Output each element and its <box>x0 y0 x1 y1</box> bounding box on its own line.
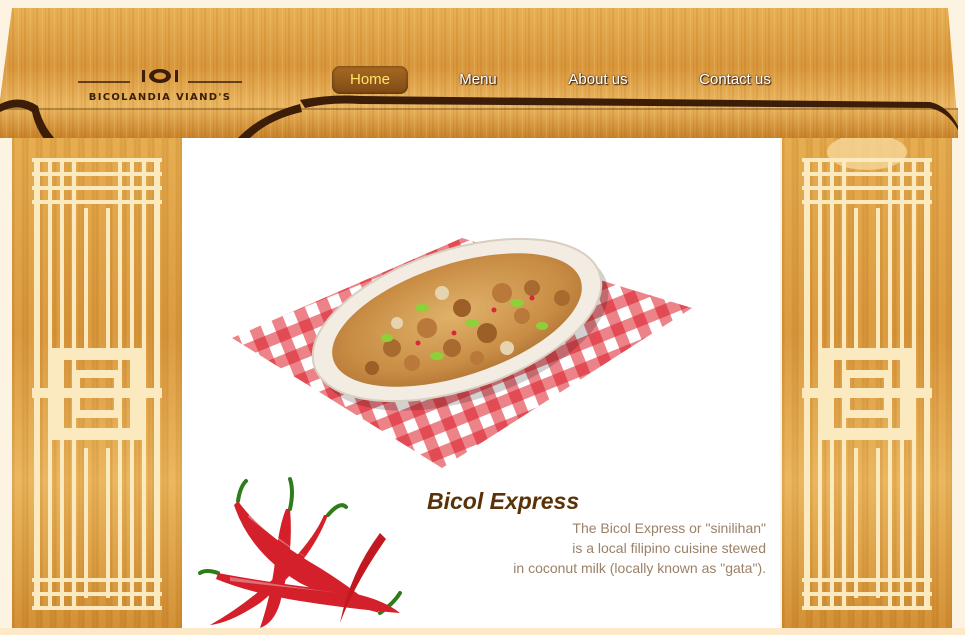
plate-fork-knife-icon <box>78 69 242 83</box>
site-logo[interactable]: BICOLANDIA VIAND'S <box>64 68 256 108</box>
site-header: BICOLANDIA VIAND'S Home Menu About us Co… <box>0 8 958 138</box>
article-line: The Bicol Express or "sinilihan" <box>572 520 766 536</box>
right-lattice-pillar <box>782 138 952 628</box>
bottom-strip <box>0 628 965 635</box>
nav-home[interactable]: Home <box>332 66 408 94</box>
article-line: is a local filipino cuisine stewed <box>572 540 766 556</box>
left-lattice-pillar <box>12 138 182 628</box>
lattice-pattern <box>32 158 162 610</box>
nav-about-us[interactable]: About us <box>558 66 638 94</box>
nav-menu[interactable]: Menu <box>448 66 508 94</box>
article-line: in coconut milk (locally known as "gata"… <box>513 560 766 576</box>
article-body: The Bicol Express or "sinilihan" is a lo… <box>426 518 766 578</box>
bicol-express-dish-image <box>232 237 692 468</box>
main-content: Bicol Express The Bicol Express or "sini… <box>182 138 780 628</box>
logo-text: BICOLANDIA VIAND'S <box>88 92 232 103</box>
red-chili-peppers-image <box>198 477 402 628</box>
article-title: Bicol Express <box>427 488 580 514</box>
nav-contact-us[interactable]: Contact us <box>690 66 780 94</box>
lattice-pattern <box>802 138 932 610</box>
